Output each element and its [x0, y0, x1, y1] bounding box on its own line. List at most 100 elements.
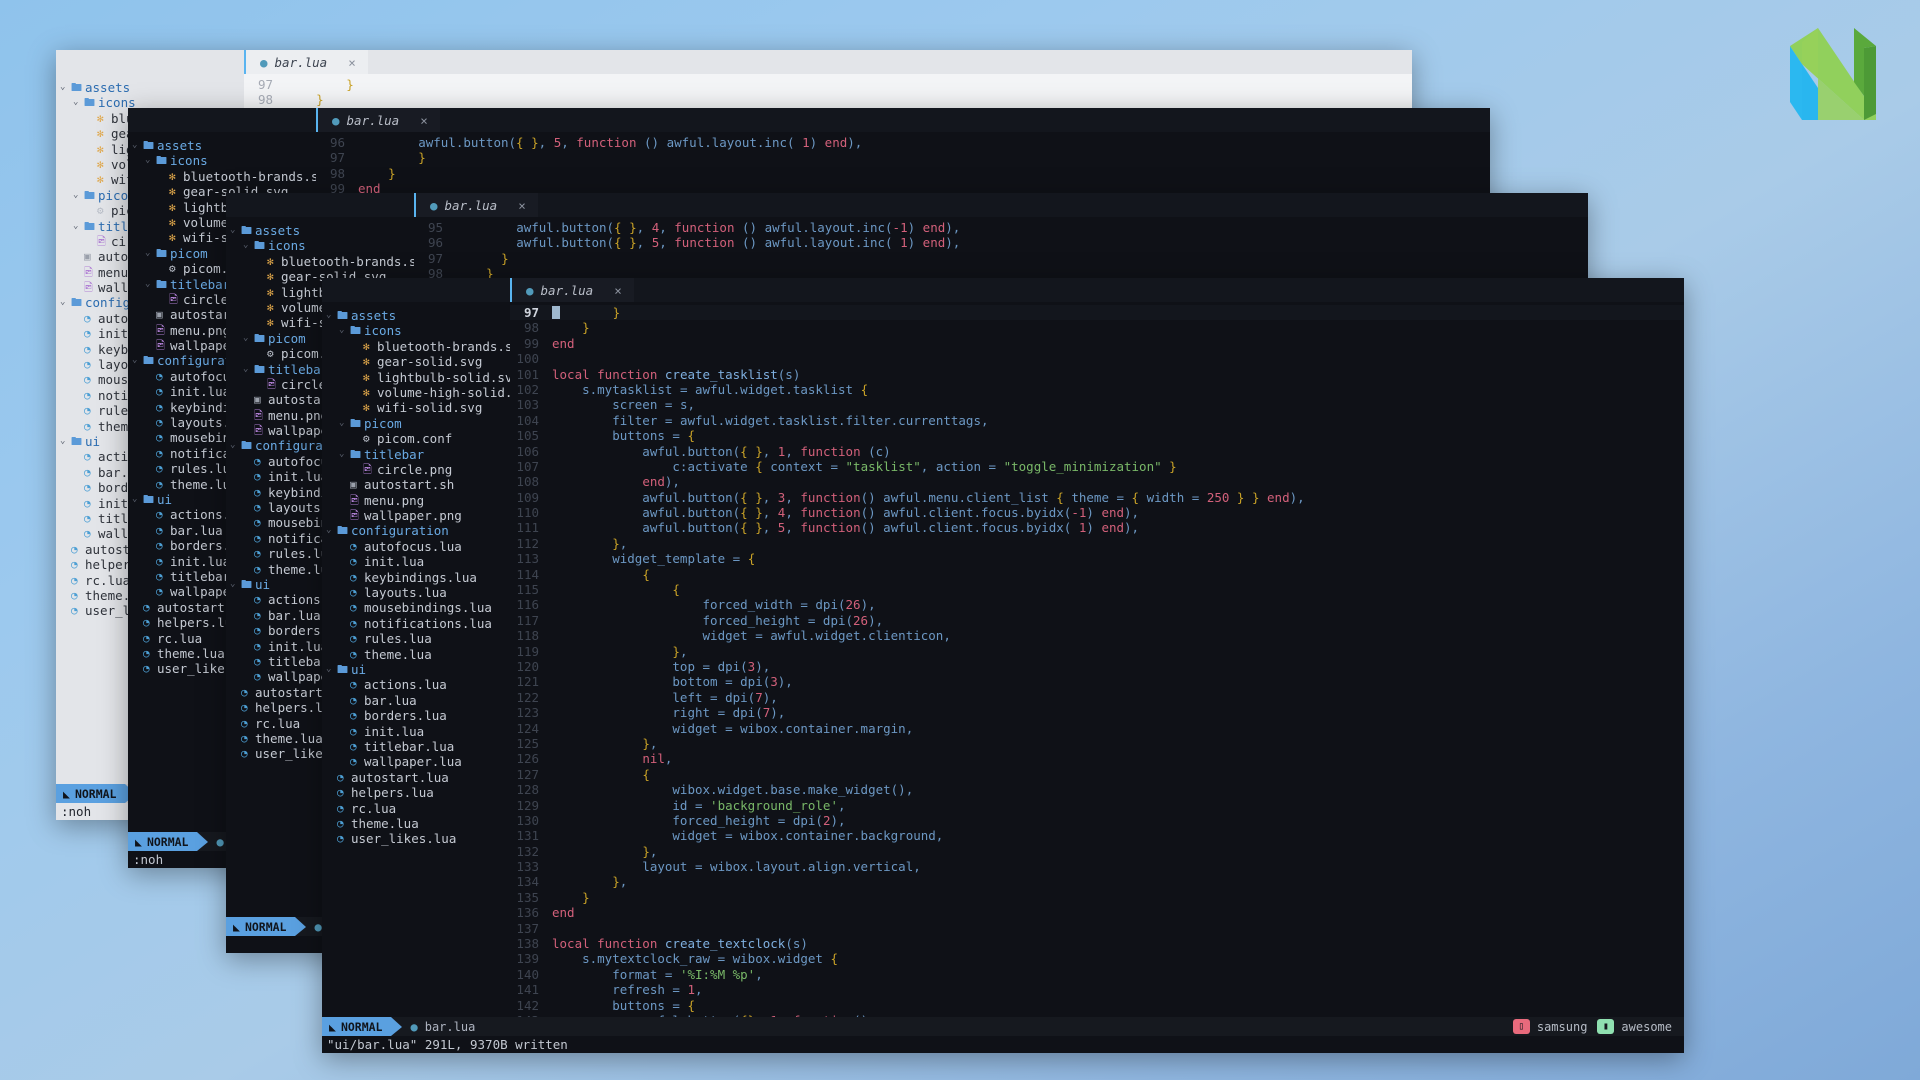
- tree-file-row[interactable]: ◔ borders.lua: [322, 708, 510, 723]
- chevron-down-icon[interactable]: ⌄: [60, 295, 71, 310]
- chevron-down-icon[interactable]: ⌄: [145, 153, 156, 168]
- chevron-down-icon[interactable]: ⌄: [243, 238, 254, 253]
- lua-icon: ◔: [143, 662, 150, 676]
- tree-file-row[interactable]: ◔ autostart.lua: [322, 770, 510, 785]
- editor-window-4[interactable]: ● bar.lua × ⌄ 🖿 assets ⌄ 🖿 icons ✻ bluetooth-br…: [322, 278, 1684, 1053]
- tree-item-label: rc.lua: [157, 630, 203, 646]
- tree-file-row[interactable]: ◔ helpers.lua: [322, 785, 510, 800]
- tree-item-label: titlebar.lua: [364, 738, 455, 754]
- tree-item-label: init.lua: [364, 554, 425, 570]
- tree-file-row[interactable]: ◔ theme.lua: [322, 816, 510, 831]
- chevron-down-icon[interactable]: ⌄: [132, 138, 143, 153]
- tree-file-row[interactable]: ◔ rc.lua: [322, 801, 510, 816]
- tree-file-row[interactable]: ◔ notifications.lua: [322, 616, 510, 631]
- tree-folder-row[interactable]: ⌄ 🖿 icons: [128, 153, 316, 168]
- lua-icon: ◔: [156, 462, 163, 476]
- code-area-4[interactable]: 97 } 98 } 99 end 100 101 local function create…: [510, 302, 1684, 1053]
- tree-file-row[interactable]: ✻ gear-solid.svg: [322, 354, 510, 369]
- chevron-down-icon[interactable]: ⌄: [60, 80, 71, 95]
- chevron-down-icon[interactable]: ⌄: [243, 331, 254, 346]
- tree-file-row[interactable]: ✻ bluetooth-brands.svg: [322, 339, 510, 354]
- tree-file-row[interactable]: ✻ volume-high-solid.svg: [322, 385, 510, 400]
- tree-file-row[interactable]: ◔ init.lua: [322, 724, 510, 739]
- line-number: 95: [427, 220, 443, 235]
- tree-file-row[interactable]: ✻ bluetooth-brands.svg: [226, 254, 414, 269]
- cmdline-4[interactable]: "ui/bar.lua" 291L, 9370B written: [322, 1036, 1684, 1053]
- tree-file-row[interactable]: ✻ bluetooth-brands.svg: [128, 169, 316, 184]
- tree-file-row[interactable]: ◔ rules.lua: [322, 631, 510, 646]
- tree-file-row[interactable]: ◔ user_likes.lua: [322, 831, 510, 846]
- tab-close-icon[interactable]: ×: [420, 113, 428, 128]
- tree-folder-row[interactable]: ⌄ 🖿 assets: [128, 138, 316, 153]
- lua-icon: ◔: [84, 311, 91, 325]
- tree-file-row[interactable]: ◔ titlebar.lua: [322, 739, 510, 754]
- chevron-down-icon[interactable]: ⌄: [339, 323, 350, 338]
- lua-file-icon: ●: [526, 282, 534, 298]
- tree-file-row[interactable]: ◔ wallpaper.lua: [322, 754, 510, 769]
- chevron-down-icon[interactable]: ⌄: [339, 416, 350, 431]
- tab-bar-lua-4[interactable]: ● bar.lua ×: [510, 278, 634, 302]
- tree-file-row[interactable]: ◔ theme.lua: [322, 647, 510, 662]
- tree-file-row[interactable]: ◔ layouts.lua: [322, 585, 510, 600]
- chevron-down-icon[interactable]: ⌄: [132, 353, 143, 368]
- tree-folder-row[interactable]: ⌄ 🖿 ui: [322, 662, 510, 677]
- code-text: end),: [642, 474, 680, 490]
- chevron-down-icon[interactable]: ⌄: [243, 362, 254, 377]
- tree-folder-row[interactable]: ⌄ 🖿 icons: [226, 238, 414, 253]
- lua-icon: ◔: [84, 342, 91, 356]
- tree-file-row[interactable]: ◔ actions.lua: [322, 677, 510, 692]
- tab-close-icon[interactable]: ×: [518, 198, 526, 213]
- lua-icon: ◔: [254, 454, 261, 468]
- tree-folder-row[interactable]: ⌄🖿configuration: [322, 523, 510, 538]
- tree-file-row[interactable]: ⚙ picom.conf: [322, 431, 510, 446]
- tree-file-row[interactable]: ◔ init.lua: [322, 554, 510, 569]
- tree-folder-row[interactable]: ⌄ 🖿 assets: [322, 308, 510, 323]
- chevron-down-icon[interactable]: ⌄: [73, 219, 84, 234]
- tree-item-label: user_likes.lua: [351, 831, 457, 847]
- tree-file-row[interactable]: 🖻 circle.png: [322, 462, 510, 477]
- file-tree-4[interactable]: ⌄🖿assets⌄🖿icons✻bluetooth-brands.svg✻gea…: [322, 302, 510, 1053]
- tab-close-icon[interactable]: ×: [348, 55, 356, 70]
- tree-file-row[interactable]: ✻ lightbulb-solid.svg: [322, 370, 510, 385]
- chevron-down-icon[interactable]: ⌄: [132, 492, 143, 507]
- tree-item-label: autostart.lua: [351, 769, 449, 785]
- tree-file-row[interactable]: ✻ wifi-solid.svg: [322, 400, 510, 415]
- tree-folder-row[interactable]: ⌄ 🖿 icons: [322, 323, 510, 338]
- chevron-down-icon[interactable]: ⌄: [73, 188, 84, 203]
- line-number: 116: [516, 597, 539, 613]
- tree-folder-row[interactable]: ⌄ 🖿 assets: [56, 80, 244, 95]
- chevron-down-icon[interactable]: ⌄: [326, 523, 337, 538]
- code-line: 108 end),: [510, 474, 1684, 489]
- tab-bar-lua-3[interactable]: ● bar.lua ×: [414, 193, 538, 217]
- chevron-down-icon[interactable]: ⌄: [230, 577, 241, 592]
- chevron-down-icon[interactable]: ⌄: [230, 438, 241, 453]
- chevron-down-icon[interactable]: ⌄: [73, 95, 84, 110]
- tree-item-label: icons: [268, 238, 306, 254]
- tree-file-row[interactable]: 🖻 menu.png: [322, 493, 510, 508]
- line-number: 96: [329, 135, 345, 150]
- tree-file-row[interactable]: ◔ bar.lua: [322, 693, 510, 708]
- line-number: 109: [516, 489, 539, 505]
- tree-file-row[interactable]: ▣ autostart.sh: [322, 477, 510, 492]
- tree-file-row[interactable]: ◔ mousebindings.lua: [322, 600, 510, 615]
- tab-bar-lua-2[interactable]: ● bar.lua ×: [316, 108, 440, 132]
- code-text: end: [552, 335, 575, 351]
- code-text: }: [418, 150, 426, 166]
- tree-file-row[interactable]: ◔ keybindings.lua: [322, 570, 510, 585]
- tree-folder-row[interactable]: ⌄ 🖿 assets: [226, 223, 414, 238]
- tree-file-row[interactable]: 🖻 wallpaper.png: [322, 508, 510, 523]
- chevron-down-icon[interactable]: ⌄: [326, 308, 337, 323]
- tree-file-row[interactable]: ◔ autofocus.lua: [322, 539, 510, 554]
- chevron-down-icon[interactable]: ⌄: [326, 662, 337, 677]
- chevron-down-icon[interactable]: ⌄: [230, 223, 241, 238]
- chevron-down-icon[interactable]: ⌄: [145, 277, 156, 292]
- chevron-down-icon[interactable]: ⌄: [145, 246, 156, 261]
- tree-folder-row[interactable]: ⌄ 🖿 picom: [322, 416, 510, 431]
- tab-bar-lua-1[interactable]: ● bar.lua ×: [244, 50, 368, 74]
- tree-item-label: helpers.lua: [351, 785, 434, 801]
- chevron-down-icon[interactable]: ⌄: [60, 434, 71, 449]
- tab-close-icon[interactable]: ×: [614, 283, 622, 298]
- tree-folder-row[interactable]: ⌄🖿titlebar: [322, 447, 510, 462]
- lua-icon: ◔: [156, 446, 163, 460]
- chevron-down-icon[interactable]: ⌄: [339, 447, 350, 462]
